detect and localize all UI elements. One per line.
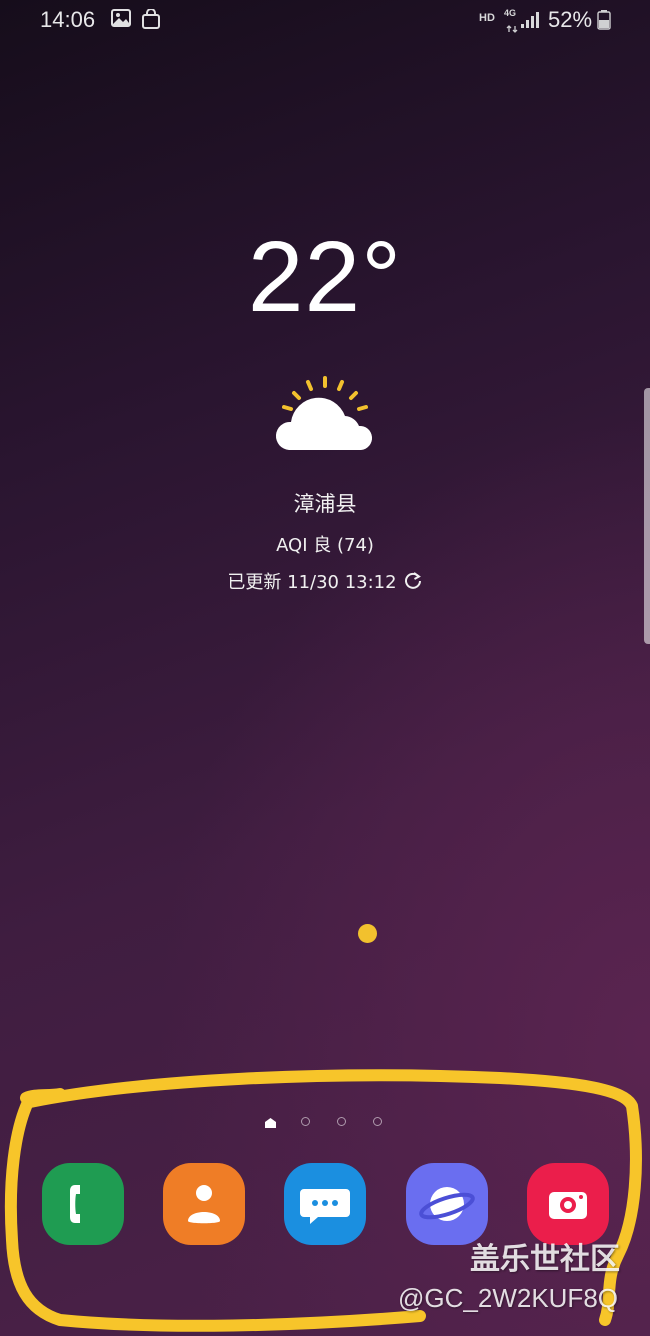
phone-app-icon[interactable]: [42, 1163, 124, 1245]
camera-icon: [549, 1192, 587, 1219]
page-dot[interactable]: [301, 1117, 310, 1126]
annotation-scribble: [4, 1069, 642, 1332]
messages-app-icon[interactable]: [284, 1163, 366, 1245]
page-dot[interactable]: [337, 1117, 346, 1126]
watermark-title: 盖乐世社区: [470, 1242, 620, 1277]
contacts-app-icon[interactable]: [163, 1163, 245, 1245]
page-dot[interactable]: [373, 1117, 382, 1126]
phone-icon: [70, 1185, 80, 1223]
page-indicator[interactable]: [0, 1116, 650, 1130]
contacts-icon: [188, 1185, 220, 1224]
watermark-user: @GC_2W2KUF8Q: [398, 1283, 618, 1313]
messages-icon: [300, 1189, 350, 1224]
camera-app-icon[interactable]: [527, 1163, 609, 1245]
home-page-icon[interactable]: [264, 1116, 277, 1134]
internet-app-icon[interactable]: [406, 1163, 488, 1245]
internet-icon: [419, 1187, 475, 1221]
